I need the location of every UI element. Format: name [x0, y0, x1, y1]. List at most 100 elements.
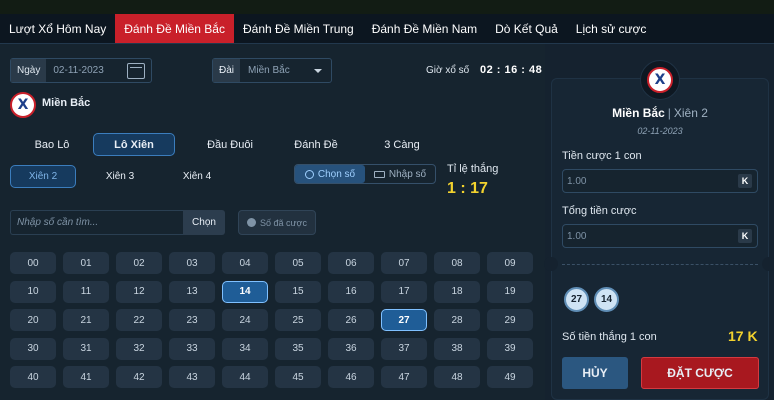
number-cell[interactable]: 19 [487, 280, 533, 303]
win-ratio-label: Tỉ lệ thắng [447, 163, 499, 175]
bet-type-bao-lo[interactable]: Bao Lô [22, 133, 82, 156]
date-value: 02-11-2023 [53, 65, 104, 76]
number-cell[interactable]: 48 [434, 366, 480, 388]
number-cell[interactable]: 11 [63, 280, 109, 303]
number-cell[interactable]: 30 [10, 337, 56, 360]
number-cell[interactable]: 45 [275, 366, 321, 388]
number-cell[interactable]: 47 [381, 366, 427, 388]
number-cell[interactable]: 14 [222, 280, 268, 303]
top-strip [0, 0, 774, 14]
number-cell[interactable]: 06 [328, 252, 374, 274]
picked-ball[interactable]: 14 [594, 287, 619, 312]
number-cell[interactable]: 27 [381, 309, 427, 331]
ticket-notch-right [762, 257, 774, 271]
number-cell[interactable]: 04 [222, 252, 268, 274]
calendar-icon[interactable] [127, 62, 145, 79]
mode-enter-label: Nhập số [388, 168, 427, 180]
number-cell[interactable]: 31 [63, 337, 109, 360]
number-cell[interactable]: 21 [63, 309, 109, 331]
number-cell[interactable]: 35 [275, 337, 321, 360]
place-bet-button[interactable]: ĐẶT CƯỢC [641, 357, 759, 389]
sub-type-xien-4[interactable]: Xiên 4 [167, 165, 227, 188]
tab-mien-bac[interactable]: Đánh Đề Miền Bắc [115, 14, 234, 43]
bet-type-lo-xien[interactable]: Lô Xiên [93, 133, 175, 156]
number-cell[interactable]: 41 [63, 366, 109, 388]
win-amount-label: Số tiền thắng 1 con [562, 331, 657, 343]
bet-numbers-label: Số đã cược [260, 217, 307, 228]
tab-mien-nam[interactable]: Đánh Đề Miền Nam [363, 14, 486, 43]
number-cell[interactable]: 38 [434, 337, 480, 360]
number-cell[interactable]: 49 [487, 366, 533, 388]
date-picker[interactable]: Ngày 02-11-2023 [10, 58, 152, 83]
bet-type-3-cang[interactable]: 3 Càng [372, 133, 432, 156]
number-cell[interactable]: 02 [116, 252, 162, 274]
mode-choose[interactable]: Chọn số [295, 165, 365, 183]
stake-unit: K [738, 174, 752, 188]
number-cell[interactable]: 43 [169, 366, 215, 388]
user-icon [304, 169, 314, 179]
stake-input[interactable]: 1.00 K [562, 169, 758, 193]
number-cell[interactable]: 20 [10, 309, 56, 331]
cancel-button[interactable]: HỦY [562, 357, 628, 389]
bet-numbers-button[interactable]: Số đã cược [238, 210, 316, 235]
bet-type-dau-duoi[interactable]: Đầu Đuôi [194, 133, 266, 156]
number-cell[interactable]: 07 [381, 252, 427, 274]
sub-type-xien-3[interactable]: Xiên 3 [90, 165, 150, 188]
number-cell[interactable]: 03 [169, 252, 215, 274]
bet-type-danh-de[interactable]: Đánh Đề [285, 133, 347, 156]
number-cell[interactable]: 13 [169, 280, 215, 303]
betting-panel: Ngày 02-11-2023 Đài Miền Bắc Giờ xổ số 0… [0, 44, 545, 400]
number-cell[interactable]: 24 [222, 309, 268, 331]
number-cell[interactable]: 16 [328, 280, 374, 303]
number-cell[interactable]: 23 [169, 309, 215, 331]
number-cell[interactable]: 37 [381, 337, 427, 360]
station-label: Đài [213, 59, 241, 82]
stake-label: Tiền cược 1 con [562, 150, 642, 162]
sub-type-xien-2[interactable]: Xiên 2 [10, 165, 76, 188]
total-value: 1.00 [567, 230, 587, 242]
tab-mien-trung[interactable]: Đánh Đề Miền Trung [234, 14, 363, 43]
tab-today-draws[interactable]: Lượt Xổ Hôm Nay [0, 14, 115, 43]
number-cell[interactable]: 00 [10, 252, 56, 274]
stake-value: 1.00 [567, 175, 587, 187]
total-input[interactable]: 1.00 K [562, 224, 758, 248]
ticket-logo: X [647, 67, 673, 93]
number-cell[interactable]: 42 [116, 366, 162, 388]
number-cell[interactable]: 05 [275, 252, 321, 274]
choose-button[interactable]: Chọn [183, 210, 225, 235]
number-cell[interactable]: 44 [222, 366, 268, 388]
tab-check-results[interactable]: Dò Kết Quả [486, 14, 567, 43]
number-cell[interactable]: 25 [275, 309, 321, 331]
ticket-logo-wrap: X [640, 60, 680, 100]
number-cell[interactable]: 28 [434, 309, 480, 331]
number-cell[interactable]: 36 [328, 337, 374, 360]
number-cell[interactable]: 08 [434, 252, 480, 274]
number-cell[interactable]: 33 [169, 337, 215, 360]
number-cell[interactable]: 17 [381, 280, 427, 303]
chevron-down-icon [314, 68, 322, 73]
picked-ball[interactable]: 27 [564, 287, 589, 312]
station-select[interactable]: Đài Miền Bắc [212, 58, 332, 83]
mode-enter[interactable]: Nhập số [365, 165, 435, 183]
number-cell[interactable]: 40 [10, 366, 56, 388]
number-cell[interactable]: 22 [116, 309, 162, 331]
draw-countdown: 02 : 16 : 48 [480, 64, 543, 76]
ticket-notch-left [544, 257, 558, 271]
number-cell[interactable]: 10 [10, 280, 56, 303]
number-cell[interactable]: 29 [487, 309, 533, 331]
number-search-input[interactable] [10, 210, 183, 235]
number-cell[interactable]: 26 [328, 309, 374, 331]
number-cell[interactable]: 12 [116, 280, 162, 303]
number-cell[interactable]: 15 [275, 280, 321, 303]
tab-bet-history[interactable]: Lịch sử cược [567, 14, 656, 43]
number-cell[interactable]: 34 [222, 337, 268, 360]
number-cell[interactable]: 32 [116, 337, 162, 360]
number-cell[interactable]: 09 [487, 252, 533, 274]
number-cell[interactable]: 18 [434, 280, 480, 303]
number-cell[interactable]: 46 [328, 366, 374, 388]
station-value: Miền Bắc [248, 65, 290, 76]
keyboard-icon [373, 170, 385, 178]
date-label: Ngày [11, 59, 47, 82]
number-cell[interactable]: 01 [63, 252, 109, 274]
number-cell[interactable]: 39 [487, 337, 533, 360]
